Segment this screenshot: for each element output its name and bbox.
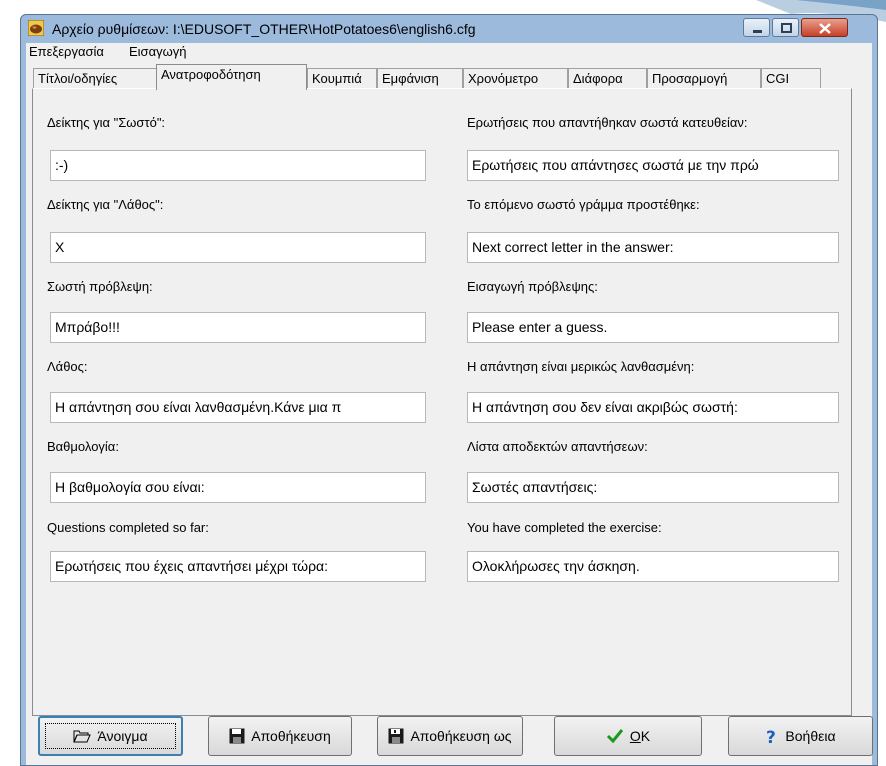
menu-edit[interactable]: Επεξεργασία	[29, 44, 104, 59]
svg-text:?: ?	[766, 728, 776, 745]
close-button[interactable]	[801, 18, 848, 37]
save-as-button[interactable]: Αποθήκευση ως	[377, 716, 523, 756]
minimize-button[interactable]	[743, 18, 770, 37]
incorrect-indicator-input[interactable]: X	[50, 232, 426, 263]
tab-titles-instructions[interactable]: Τίτλοι/οδηγίες	[33, 68, 158, 89]
window-title: Αρχείο ρυθμίσεων: I:\EDUSOFT_OTHER\HotPo…	[52, 21, 476, 37]
ok-button-label: OK	[629, 728, 651, 744]
next-correct-letter-input[interactable]: Next correct letter in the answer:	[467, 232, 839, 263]
save-as-button-label: Αποθήκευση ως	[410, 728, 512, 744]
tab-appearance[interactable]: Εμφάνιση	[377, 68, 463, 89]
tab-other[interactable]: Διάφορα	[568, 68, 647, 89]
open-button[interactable]: Άνοιγμα	[38, 716, 183, 756]
label-correct-first-time: Ερωτήσεις που απαντήθηκαν σωστά κατευθεί…	[467, 115, 748, 130]
correct-indicator-input[interactable]: :-)	[50, 150, 426, 181]
label-correct-indicator: Δείκτης για "Σωστό":	[47, 115, 166, 130]
check-mark-icon	[606, 729, 624, 744]
tab-cgi[interactable]: CGI	[761, 68, 821, 89]
help-button-label: Βοήθεια	[785, 728, 836, 744]
settings-window: Αρχείο ρυθμίσεων: I:\EDUSOFT_OTHER\HotPo…	[20, 14, 878, 766]
label-exercise-completed: You have completed the exercise:	[467, 520, 662, 535]
floppy-disk-save-as-icon	[388, 728, 404, 744]
label-incorrect-indicator: Δείκτης για "Λάθος":	[47, 197, 164, 212]
folder-open-icon	[73, 730, 92, 743]
help-question-icon: ?	[766, 728, 776, 745]
questions-completed-input[interactable]: Ερωτήσεις που έχεις απαντήσει μέχρι τώρα…	[50, 551, 426, 582]
maximize-button[interactable]	[772, 18, 799, 37]
save-button[interactable]: Αποθήκευση	[208, 716, 352, 756]
tab-custom[interactable]: Προσαρμογή	[647, 68, 761, 89]
label-score: Βαθμολογία:	[47, 439, 119, 454]
ok-button[interactable]: OK	[554, 716, 702, 756]
label-correct-guess: Σωστή πρόβλεψη:	[47, 279, 153, 294]
tab-timer[interactable]: Χρονόμετρο	[463, 68, 568, 89]
correct-first-time-input[interactable]: Ερωτήσεις που απάντησες σωστά με την πρώ	[467, 150, 839, 181]
exercise-completed-input[interactable]: Ολοκλήρωσες την άσκηση.	[467, 551, 839, 582]
score-input[interactable]: Η βαθμολογία σου είναι:	[50, 472, 426, 503]
tab-strip: Τίτλοι/οδηγίες Ανατροφοδότηση Κουμπιά Εμ…	[26, 63, 872, 90]
close-icon	[819, 23, 831, 34]
accepted-answers-input[interactable]: Σωστές απαντήσεις:	[467, 472, 839, 503]
incorrect-input[interactable]: Η απάντηση σου είναι λανθασμένη.Κάνε μια…	[50, 392, 426, 423]
menu-bar: Επεξεργασία Εισαγωγή	[26, 43, 872, 61]
help-button[interactable]: ? Βοήθεια	[728, 716, 873, 756]
label-enter-guess: Εισαγωγή πρόβλεψης:	[467, 279, 598, 294]
floppy-disk-icon	[229, 728, 245, 744]
tab-buttons[interactable]: Κουμπιά	[307, 68, 377, 89]
label-partially-incorrect: Η απάντηση είναι μερικώς λανθασμένη:	[467, 359, 695, 374]
open-button-label: Άνοιγμα	[97, 728, 148, 744]
menu-insert[interactable]: Εισαγωγή	[129, 44, 186, 59]
title-bar[interactable]: Αρχείο ρυθμίσεων: I:\EDUSOFT_OTHER\HotPo…	[21, 15, 877, 43]
maximize-icon	[781, 23, 792, 33]
save-button-label: Αποθήκευση	[251, 728, 331, 744]
tab-feedback[interactable]: Ανατροφοδότηση	[156, 64, 307, 90]
window-client-area: Επεξεργασία Εισαγωγή Τίτλοι/οδηγίες Ανατ…	[26, 43, 873, 765]
feedback-panel: Δείκτης για "Σωστό": :-) Δείκτης για "Λά…	[32, 88, 852, 716]
label-incorrect: Λάθος:	[47, 359, 88, 374]
label-accepted-answers: Λίστα αποδεκτών απαντήσεων:	[467, 439, 648, 454]
hot-potatoes-app-icon	[28, 20, 44, 36]
label-questions-completed: Questions completed so far:	[47, 520, 209, 535]
partially-incorrect-input[interactable]: Η απάντηση σου δεν είναι ακριβώς σωστή:	[467, 392, 839, 423]
label-next-correct-letter: Το επόμενο σωστό γράμμα προστέθηκε:	[467, 197, 700, 212]
minimize-icon	[753, 30, 762, 33]
enter-guess-input[interactable]: Please enter a guess.	[467, 312, 839, 343]
correct-guess-input[interactable]: Μπράβο!!!	[50, 312, 426, 343]
